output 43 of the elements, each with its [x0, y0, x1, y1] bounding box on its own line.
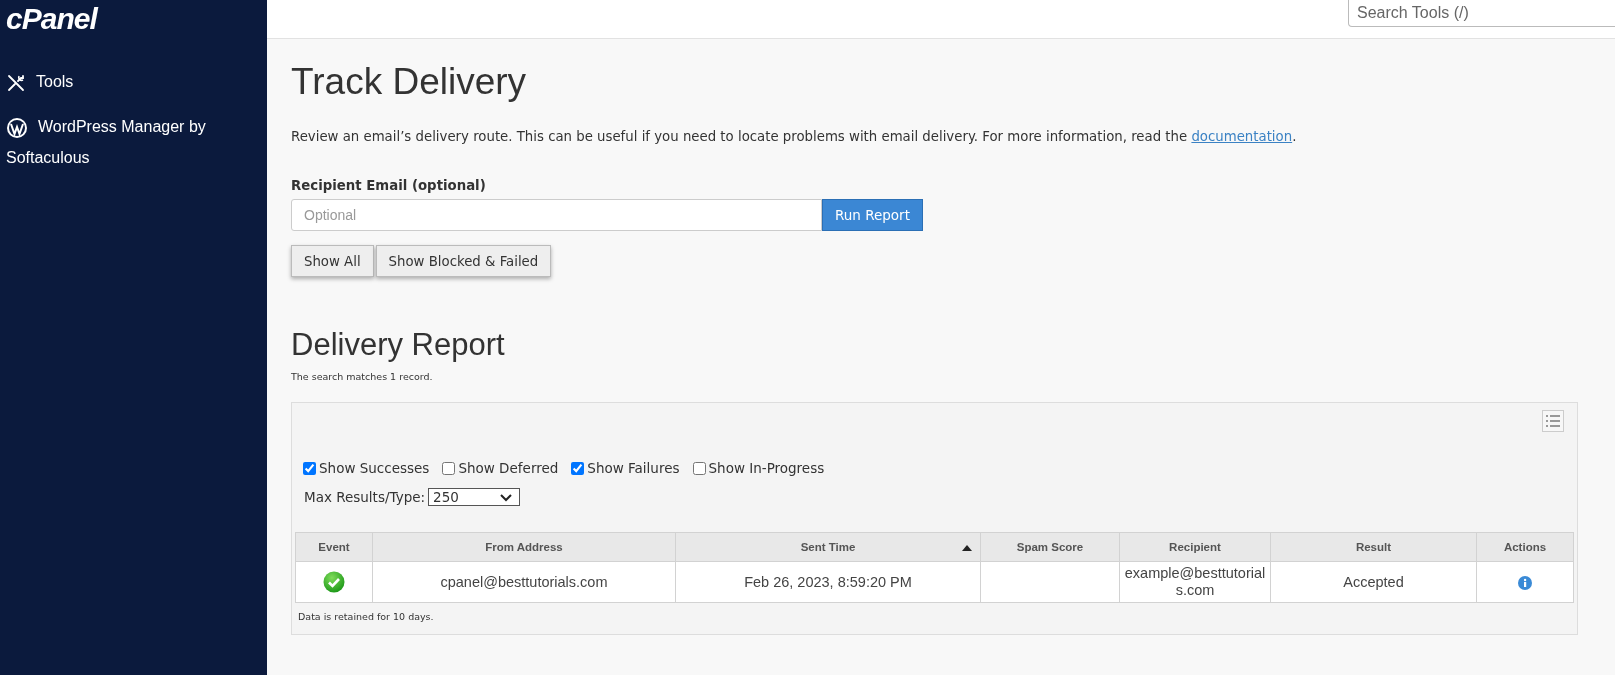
column-header[interactable]: Event [295, 532, 373, 562]
column-header[interactable]: From Address [372, 532, 676, 562]
checkbox-label[interactable]: Show In-Progress [708, 460, 825, 476]
section-title: Delivery Report [291, 327, 506, 363]
column-header[interactable]: Result [1270, 532, 1477, 562]
sidebar-item[interactable]: WordPress Manager by Softaculous [6, 111, 261, 173]
documentation-link[interactable]: documentation [1191, 129, 1293, 144]
checkbox[interactable] [692, 461, 706, 475]
retention-note: Data is retained for 10 days. [297, 611, 435, 622]
column-header[interactable]: Spam Score [980, 532, 1120, 562]
recipient-email-field[interactable]: Optional [291, 199, 822, 231]
result-summary: The search matches 1 record. [291, 371, 434, 382]
table-cell: example@besttutorials.com [1119, 561, 1271, 603]
filter-button[interactable]: Show Blocked & Failed [375, 245, 552, 277]
tools-icon [6, 72, 26, 93]
column-header[interactable]: Recipient [1119, 532, 1271, 562]
checkbox[interactable] [303, 461, 316, 475]
page-title: Track Delivery [291, 61, 528, 103]
table-cell: Accepted [1270, 561, 1477, 603]
max-results-dropdown[interactable]: 250 [428, 488, 521, 506]
column-header[interactable]: Sent Time [675, 532, 981, 562]
logo[interactable]: cPanel [6, 0, 261, 66]
success-check-icon [323, 571, 345, 593]
info-icon [1518, 575, 1532, 590]
table-cell: cpanel@besttutorials.com [372, 561, 676, 603]
list-icon [1545, 413, 1561, 429]
checkbox[interactable] [442, 461, 456, 475]
intro-text: Review an email’s delivery route. This can be useful if you need to locate problems with email delivery. For more information, read the documentation. [291, 129, 1298, 144]
checkbox-label[interactable]: Show Failures [587, 460, 680, 476]
sidebar-item[interactable]: Tools [6, 66, 261, 97]
checkbox-label[interactable]: Show Successes [319, 460, 430, 476]
search-field[interactable]: Search Tools (/) [1348, 0, 1615, 27]
table-cell: Feb 26, 2023, 8:59:20 PM [675, 561, 981, 603]
filter-button[interactable]: Show All [291, 245, 374, 277]
max-results-label: Max Results/Type: [304, 489, 426, 505]
checkbox[interactable] [571, 461, 585, 475]
column-header[interactable]: Actions [1476, 532, 1574, 562]
run-report-button[interactable]: Run Report [822, 199, 923, 231]
field-label: Recipient Email (optional) [291, 178, 487, 193]
wordpress-logo-icon [6, 116, 28, 139]
chevron-down-icon [499, 492, 514, 502]
checkbox-label[interactable]: Show Deferred [458, 460, 559, 476]
column-list-button[interactable] [1542, 410, 1564, 432]
